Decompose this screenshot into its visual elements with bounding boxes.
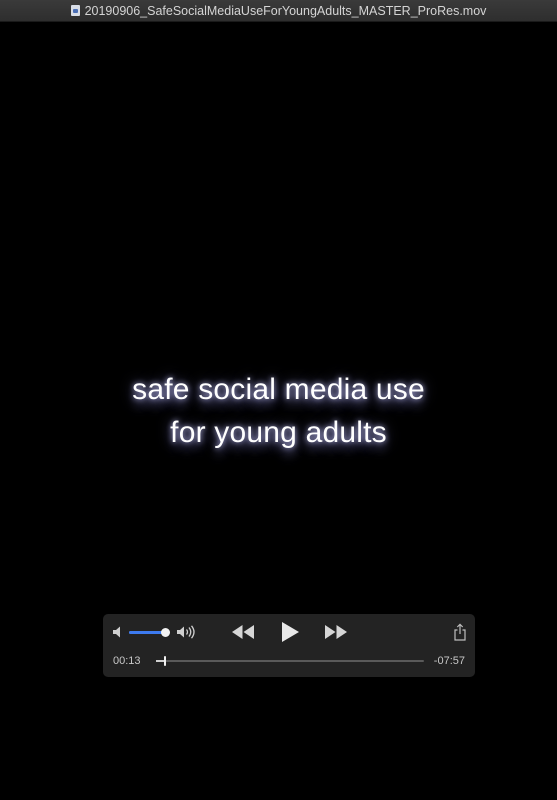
- playback-controller: 00:13 -07:57: [103, 614, 475, 677]
- share-button[interactable]: [453, 623, 467, 641]
- rewind-button[interactable]: [231, 624, 255, 640]
- volume-slider-knob[interactable]: [161, 628, 170, 637]
- volume-slider-fill: [129, 631, 165, 634]
- volume-slider[interactable]: [129, 628, 170, 637]
- play-icon: [282, 622, 299, 642]
- time-remaining: -07:57: [433, 655, 465, 667]
- caption-line-2: for young adults: [170, 416, 387, 449]
- title-bar[interactable]: 20190906_SafeSocialMediaUseForYoungAdult…: [0, 0, 557, 22]
- fast-forward-icon: [325, 625, 347, 639]
- scrubber[interactable]: [156, 656, 424, 666]
- play-button[interactable]: [279, 621, 301, 643]
- scrubber-playhead[interactable]: [164, 656, 167, 666]
- time-elapsed: 00:13: [113, 655, 141, 667]
- share-icon: [454, 623, 466, 641]
- player-window: 20190906_SafeSocialMediaUseForYoungAdult…: [0, 0, 557, 800]
- speaker-high-icon[interactable]: [176, 625, 196, 639]
- window-title: 20190906_SafeSocialMediaUseForYoungAdult…: [84, 3, 487, 18]
- caption-line-1: safe social media use: [132, 373, 425, 406]
- scrubber-played: [156, 660, 165, 662]
- rewind-icon: [232, 625, 254, 639]
- fast-forward-button[interactable]: [324, 624, 348, 640]
- speaker-low-icon[interactable]: [112, 625, 124, 639]
- quicktime-document-icon[interactable]: [70, 5, 80, 16]
- video-frame[interactable]: safe social media use for young adults: [0, 22, 557, 800]
